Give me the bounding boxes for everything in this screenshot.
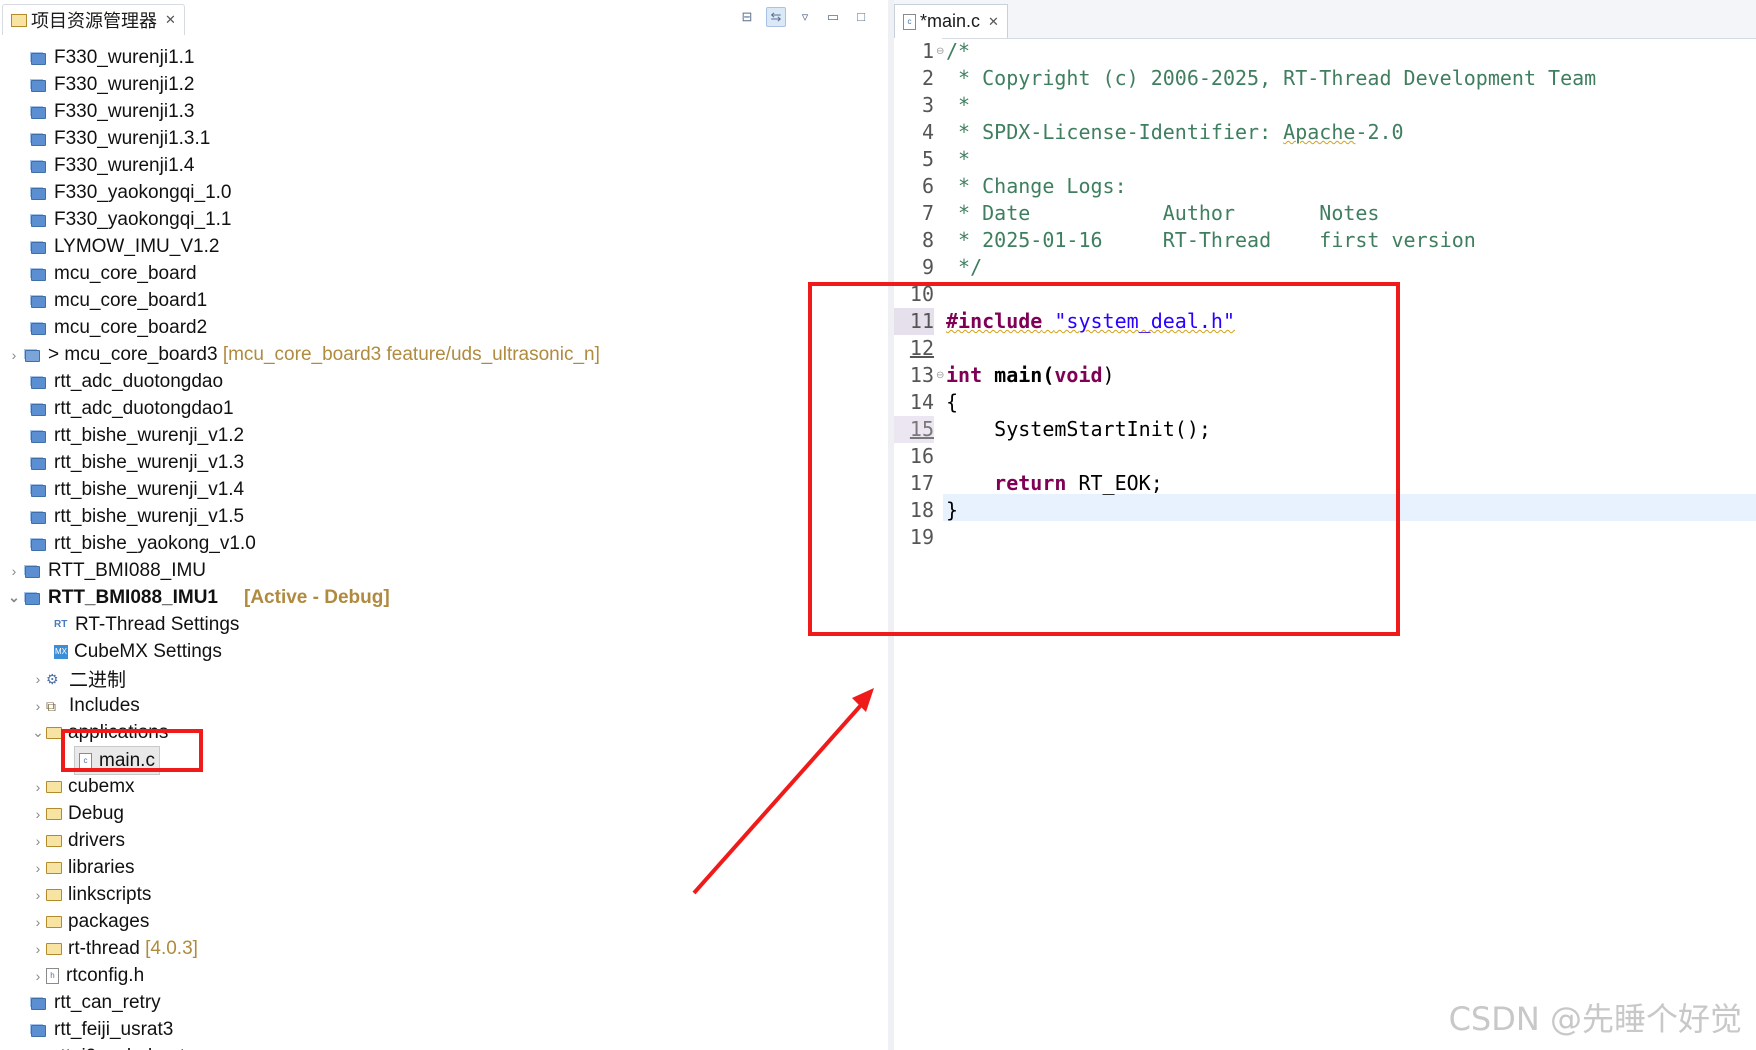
annotation-arrow	[692, 688, 874, 895]
arrow-head	[852, 688, 874, 712]
arrow-shaft	[692, 702, 864, 895]
watermark: CSDN @先睡个好觉	[1448, 1000, 1742, 1038]
